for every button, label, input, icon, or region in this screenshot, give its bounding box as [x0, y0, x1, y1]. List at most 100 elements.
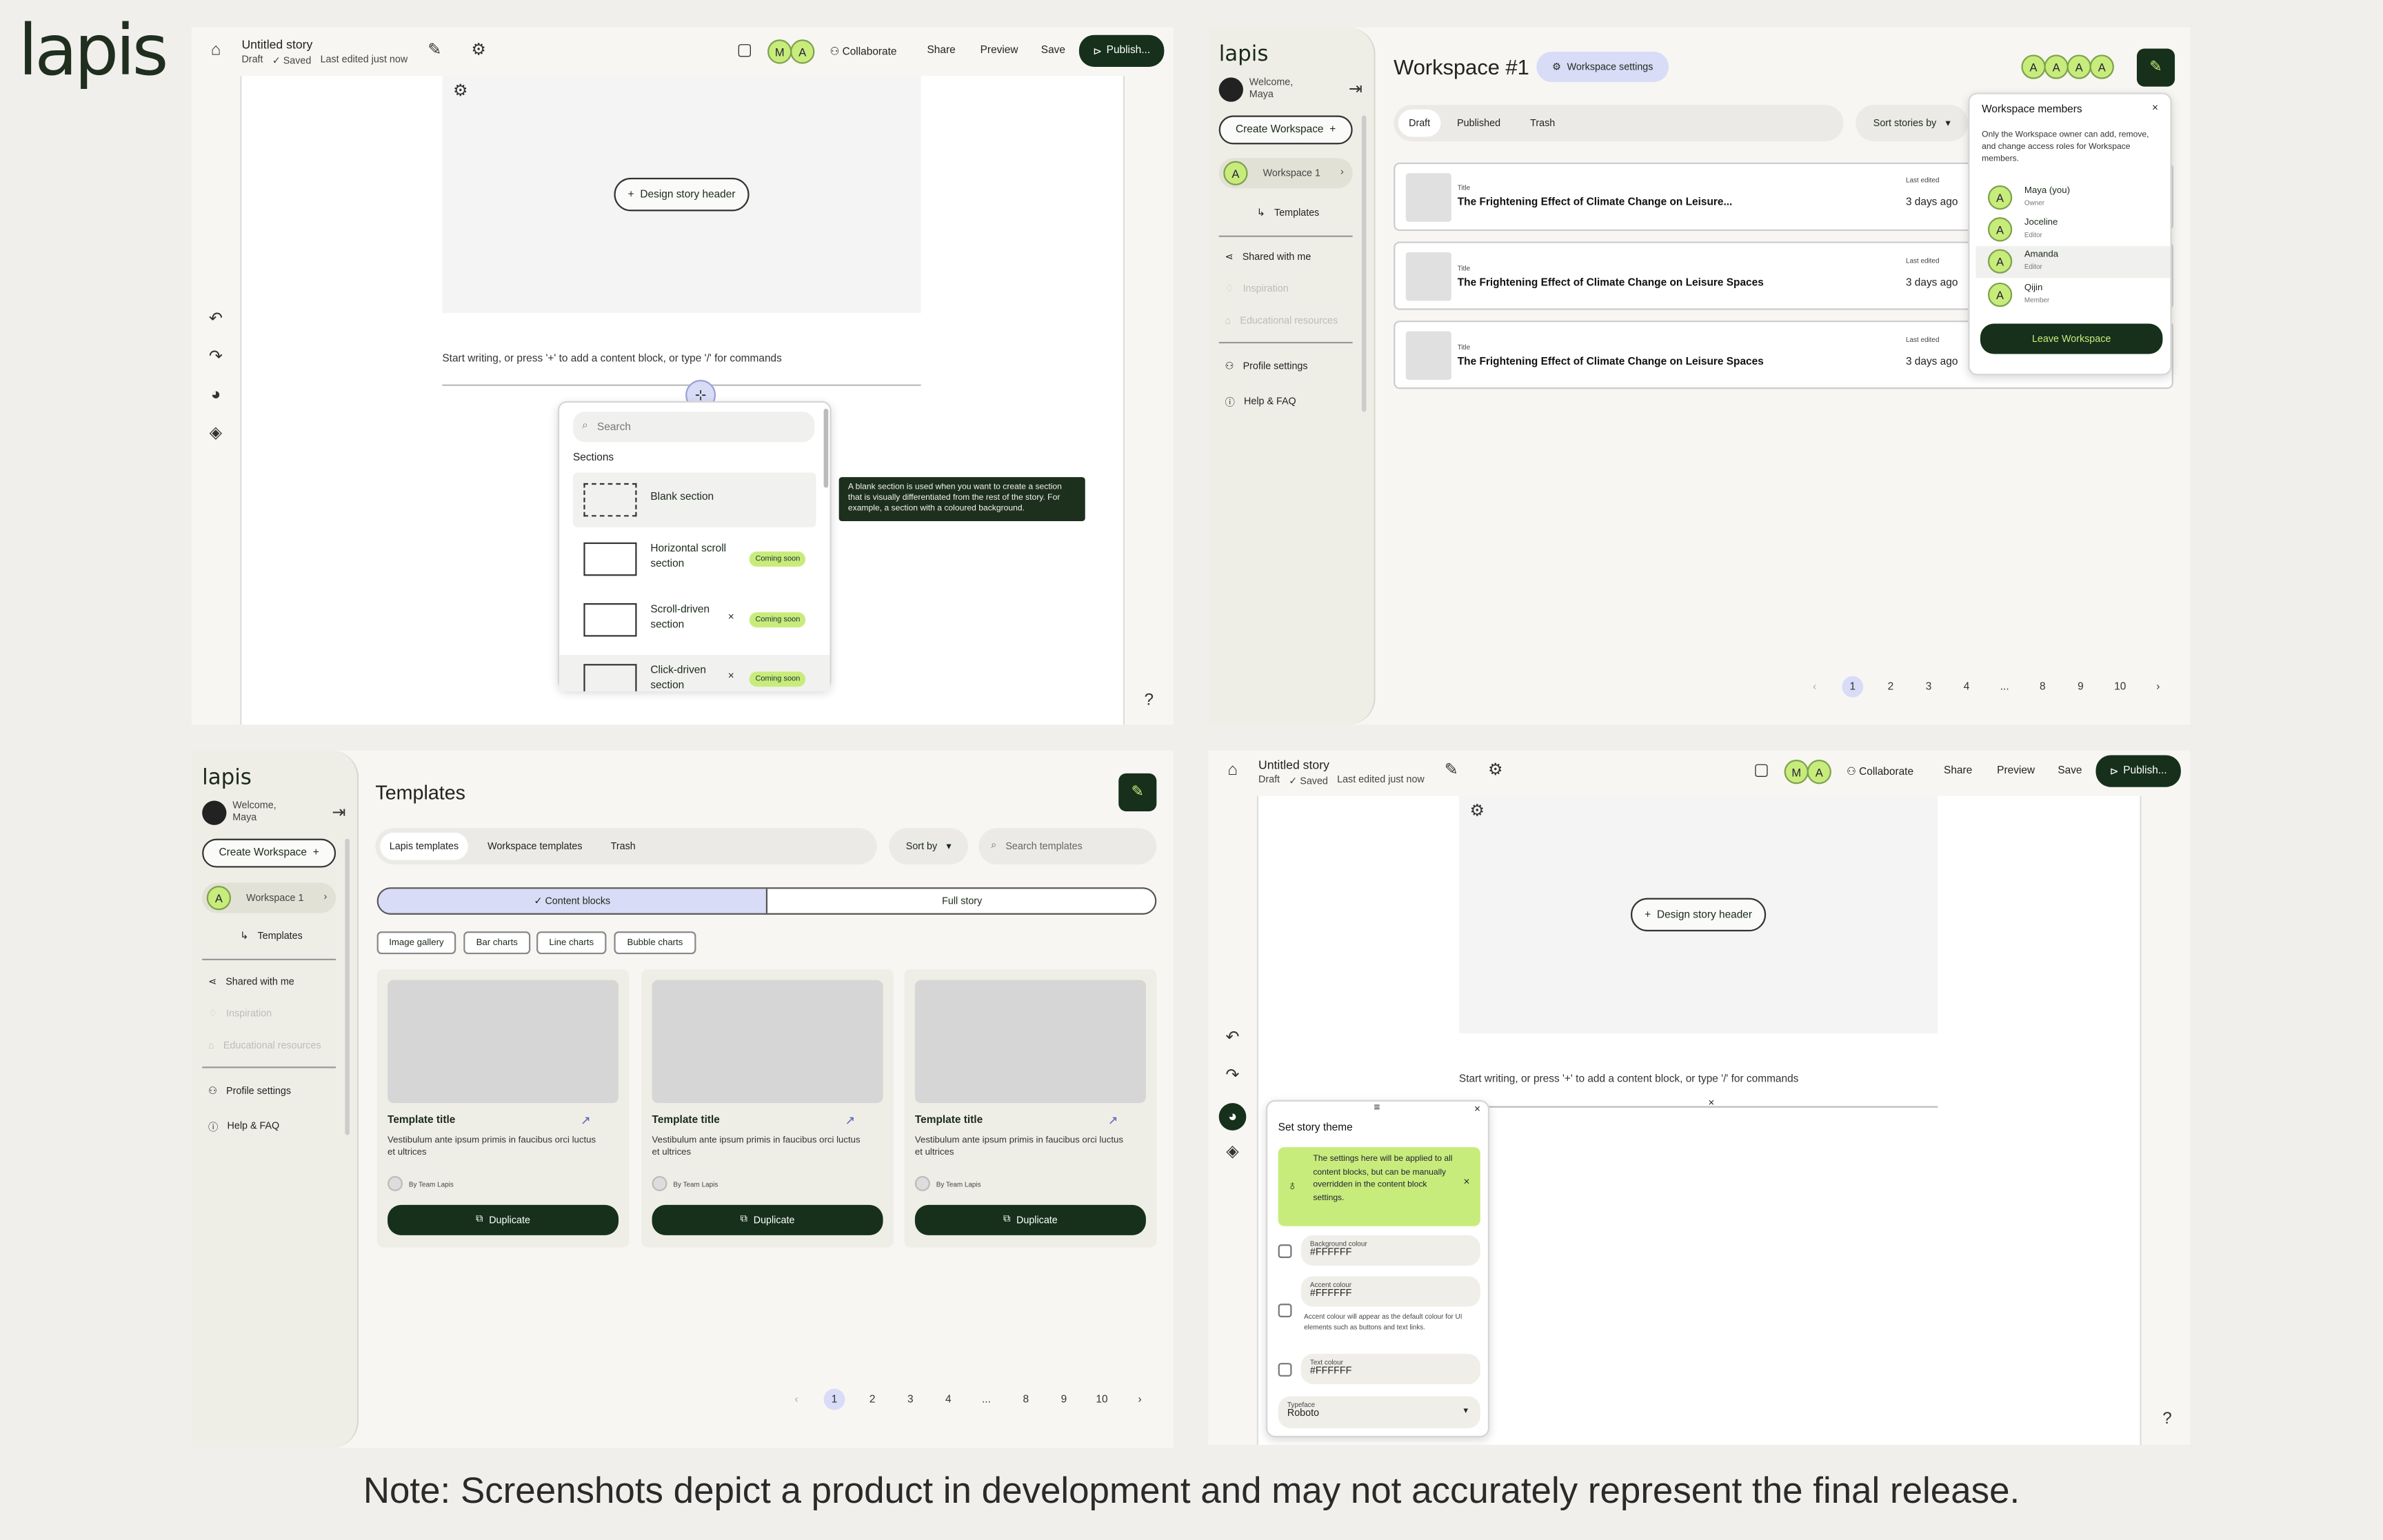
sidebar-item-shared[interactable]: ⋖ Shared with me [208, 975, 294, 988]
gear-icon[interactable]: ⚙ [1485, 762, 1506, 784]
save-button[interactable]: Save [2058, 766, 2082, 776]
publish-button[interactable]: ⊳ Publish... [1078, 34, 1165, 67]
page-number[interactable]: 4 [938, 1389, 959, 1410]
layers-icon[interactable]: ◈ [205, 425, 227, 447]
member-avatar[interactable]: A [2067, 54, 2091, 79]
close-icon[interactable]: × [2152, 103, 2158, 114]
sort-dropdown[interactable]: Sort by ▾ [889, 828, 969, 865]
filter-chip[interactable]: Line charts [536, 931, 607, 955]
tab-trash[interactable]: Trash [1520, 110, 1565, 137]
member-avatar[interactable]: A [2044, 54, 2069, 79]
logout-icon[interactable]: ⇥ [328, 804, 350, 827]
accent-colour-field[interactable]: Accent colour #FFFFFF [1300, 1276, 1480, 1307]
page-number[interactable]: 4 [1956, 676, 1978, 698]
redo-icon[interactable]: ↷ [1222, 1067, 1243, 1089]
preview-button[interactable]: Preview [1997, 766, 2035, 776]
create-workspace-button[interactable]: Create Workspace + [1218, 115, 1353, 145]
palette-icon[interactable]: ◕ [205, 387, 227, 409]
gear-icon[interactable]: ⚙ [450, 83, 471, 105]
checkbox[interactable] [1278, 1304, 1292, 1317]
page-number[interactable]: 8 [1015, 1389, 1036, 1410]
tab-workspace-templates[interactable]: Workspace templates [479, 833, 591, 860]
list-item[interactable]: Click-driven section × Coming soon [559, 654, 830, 691]
undo-icon[interactable]: ↶ [205, 311, 227, 333]
sidebar-item-shared[interactable]: ⋖ Shared with me [1225, 251, 1311, 263]
list-item[interactable]: Scroll-driven section × Coming soon [573, 594, 816, 649]
page-prev[interactable]: ‹ [1804, 676, 1825, 698]
close-icon[interactable]: × [1464, 1177, 1470, 1188]
background-colour-field[interactable]: Background colour #FFFFFF [1300, 1235, 1480, 1266]
template-card[interactable]: Template title ↗ Vestibulum ante ipsum p… [641, 969, 894, 1248]
list-item[interactable]: A Joceline Editor [1975, 214, 2170, 245]
story-title[interactable]: Untitled story [241, 38, 312, 52]
page-number[interactable]: 9 [2070, 676, 2091, 698]
sidebar-item-templates[interactable]: ↳ Templates [240, 930, 303, 942]
scrollbar[interactable] [823, 408, 829, 488]
redo-icon[interactable]: ↷ [205, 349, 227, 371]
template-card[interactable]: Template title ↗ Vestibulum ante ipsum p… [376, 969, 630, 1248]
page-number[interactable]: 2 [862, 1389, 883, 1410]
comment-icon[interactable]: ▢ [1751, 762, 1772, 784]
page-next[interactable]: › [2147, 676, 2169, 698]
page-number[interactable]: 8 [2032, 676, 2053, 698]
close-icon[interactable]: × [1474, 1104, 1480, 1115]
scrollbar[interactable] [1361, 115, 1367, 412]
avatar[interactable]: M [1784, 760, 1809, 784]
toggle-full-story[interactable]: Full story [767, 889, 1155, 913]
page-number[interactable]: 3 [1918, 676, 1940, 698]
duplicate-button[interactable]: ⧉ Duplicate [652, 1204, 883, 1235]
content-placeholder[interactable]: Start writing, or press '+' to add a con… [442, 354, 781, 365]
template-card[interactable]: Template title ↗ Vestibulum ante ipsum p… [904, 969, 1157, 1248]
checkbox[interactable] [1278, 1363, 1292, 1377]
list-item[interactable]: Horizontal scroll section Coming soon [573, 534, 816, 588]
list-item[interactable]: A Amanda Editor [1975, 246, 2171, 278]
collaborate-button[interactable]: ⚇ Collaborate [1847, 766, 1913, 778]
list-item[interactable]: Blank section [572, 472, 816, 527]
duplicate-button[interactable]: ⧉ Duplicate [388, 1204, 619, 1235]
pencil-icon[interactable]: ✎ [424, 42, 445, 64]
external-link-icon[interactable]: ↗ [1108, 1114, 1118, 1128]
sidebar-item-workspace[interactable]: A Workspace 1 › [202, 882, 336, 913]
page-number[interactable]: 9 [1053, 1389, 1074, 1410]
page-number[interactable]: 10 [2109, 676, 2131, 698]
tab-draft[interactable]: Draft [1398, 109, 1441, 137]
logout-icon[interactable]: ⇥ [1345, 81, 1367, 103]
toggle-content-blocks[interactable]: ✓ Content blocks [378, 889, 768, 913]
sort-dropdown[interactable]: Sort stories by ▾ [1856, 105, 1969, 141]
list-item[interactable]: A Maya (you) Owner [1975, 182, 2170, 212]
home-icon[interactable]: ⌂ [205, 42, 227, 64]
workspace-settings-button[interactable]: ⚙ Workspace settings [1536, 51, 1669, 83]
checkbox[interactable] [1278, 1244, 1292, 1258]
page-number[interactable]: 1 [1842, 676, 1864, 698]
sidebar-item-profile[interactable]: ⚇ Profile settings [1225, 360, 1308, 372]
close-icon[interactable]: × [728, 671, 734, 682]
share-button[interactable]: Share [927, 45, 956, 56]
external-link-icon[interactable]: ↗ [581, 1114, 591, 1128]
layers-icon[interactable]: ◈ [1222, 1144, 1243, 1166]
filter-chip[interactable]: Image gallery [376, 931, 456, 955]
list-item[interactable]: A Qijin Member [1975, 280, 2170, 310]
close-icon[interactable]: × [1708, 1099, 1714, 1109]
leave-workspace-button[interactable]: Leave Workspace [1980, 323, 2163, 354]
filter-chip[interactable]: Bar charts [463, 931, 531, 955]
design-header-button[interactable]: + Design story header [1630, 898, 1767, 932]
avatar[interactable]: M [767, 39, 792, 64]
duplicate-button[interactable]: ⧉ Duplicate [914, 1204, 1146, 1235]
search-input[interactable]: ⌕ Search [572, 412, 815, 443]
search-input[interactable]: ⌕ Search templates [978, 828, 1157, 865]
gear-icon[interactable]: ⚙ [1467, 803, 1488, 825]
page-number[interactable]: 2 [1880, 676, 1901, 698]
page-prev[interactable]: ‹ [786, 1389, 807, 1410]
edit-button[interactable]: ✎ [2136, 48, 2175, 87]
avatar[interactable]: A [790, 39, 815, 64]
avatar[interactable]: A [1807, 760, 1831, 784]
page-number[interactable]: 3 [900, 1389, 921, 1410]
close-icon[interactable]: × [728, 612, 734, 622]
page-number[interactable]: 10 [1092, 1389, 1113, 1410]
gear-icon[interactable]: ⚙ [468, 42, 490, 64]
save-button[interactable]: Save [1041, 45, 1065, 56]
sidebar-item-templates[interactable]: ↳ Templates [1257, 207, 1320, 219]
member-avatar[interactable]: A [2021, 54, 2046, 79]
design-header-button[interactable]: + Design story header [614, 177, 750, 212]
tab-trash[interactable]: Trash [602, 833, 645, 860]
